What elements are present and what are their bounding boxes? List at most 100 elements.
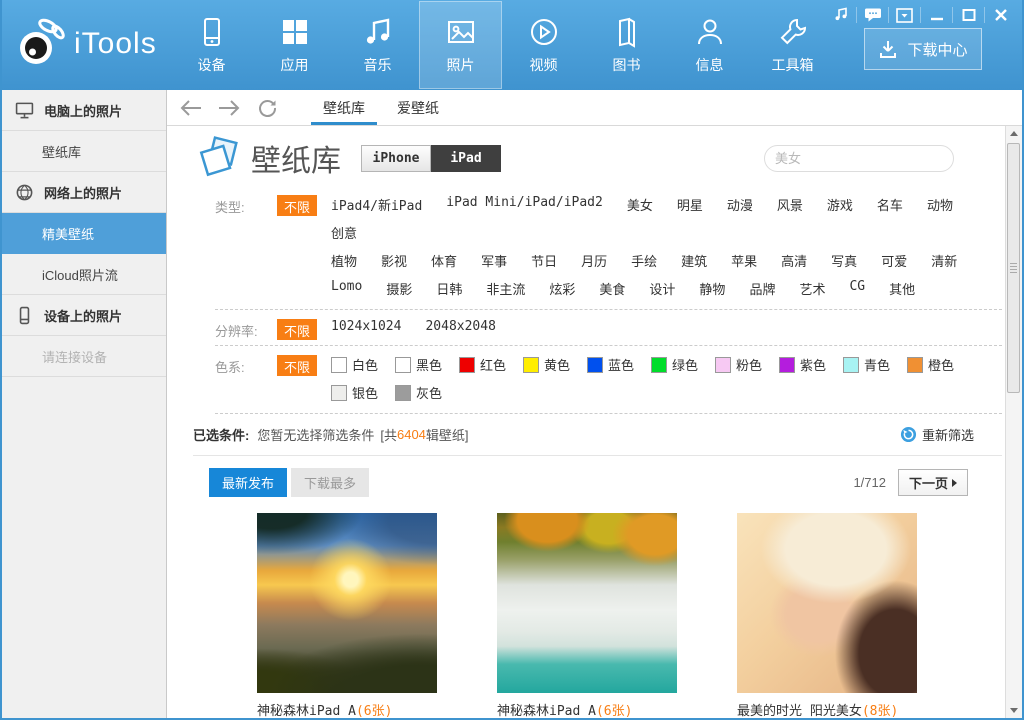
filter-color-any-chip[interactable]: 不限	[277, 355, 317, 376]
scrollbar-thumb[interactable]	[1007, 143, 1020, 393]
type-filter-link[interactable]: 设计	[649, 279, 675, 298]
type-filter-link[interactable]: 植物	[331, 251, 357, 270]
color-filter-option[interactable]: 紫色	[779, 355, 843, 374]
type-filter-link[interactable]: Lomo	[331, 279, 362, 298]
color-filter-option[interactable]: 蓝色	[587, 355, 651, 374]
sidebar-item-icloud-photostream[interactable]: iCloud照片流	[2, 254, 166, 295]
type-filter-link[interactable]: 游戏	[827, 195, 853, 214]
type-filter-link[interactable]: 名车	[877, 195, 903, 214]
sidebar-item-fine-wallpapers[interactable]: 精美壁纸	[2, 213, 166, 254]
type-filter-link[interactable]: 体育	[431, 251, 457, 270]
resolution-filter-link[interactable]: 2048x2048	[425, 319, 495, 334]
type-filter-link[interactable]: 创意	[331, 223, 357, 242]
type-filter-link[interactable]: 艺术	[799, 279, 825, 298]
vertical-scrollbar	[1005, 126, 1022, 718]
skin-menu-icon[interactable]	[889, 4, 920, 26]
color-filter-option[interactable]: 银色	[331, 383, 395, 402]
sidebar-item-wallpaper-library[interactable]: 壁纸库	[2, 131, 166, 172]
filter-type-any-chip[interactable]: 不限	[277, 195, 317, 216]
type-filter-link[interactable]: 苹果	[731, 251, 757, 270]
nav-item-books[interactable]: 图书	[585, 1, 668, 89]
type-filter-link[interactable]: iPad4/新iPad	[331, 195, 422, 214]
feedback-message-icon[interactable]	[857, 4, 888, 26]
nav-item-apps[interactable]: 应用	[253, 1, 336, 89]
tab-love-wallpaper[interactable]: 爱壁纸	[381, 90, 455, 125]
search-input[interactable]	[775, 151, 951, 166]
sort-most-downloaded-button[interactable]: 下载最多	[291, 468, 369, 497]
type-filter-link[interactable]: 高清	[781, 251, 807, 270]
type-filter-link[interactable]: 动漫	[727, 195, 753, 214]
type-filter-link[interactable]: 可爱	[881, 251, 907, 270]
nav-item-video[interactable]: 视频	[502, 1, 585, 89]
toggle-ipad-button[interactable]: iPad	[431, 145, 501, 172]
nav-item-toolbox[interactable]: 工具箱	[751, 1, 834, 89]
type-filter-link[interactable]: 风景	[777, 195, 803, 214]
type-filter-link[interactable]: 静物	[699, 279, 725, 298]
maximize-button[interactable]	[953, 4, 984, 26]
type-filter-link[interactable]: CG	[849, 279, 865, 298]
toggle-iphone-button[interactable]: iPhone	[361, 145, 431, 172]
refilter-button[interactable]: 重新筛选	[900, 425, 974, 444]
resolution-filter-link[interactable]: 1024x1024	[331, 319, 401, 334]
video-play-icon	[528, 16, 560, 48]
wallpaper-thumbnail[interactable]	[497, 513, 677, 693]
content-area: 壁纸库 iPhone iPad	[167, 126, 1022, 718]
type-filter-link[interactable]: 品牌	[749, 279, 775, 298]
forward-button[interactable]	[215, 94, 243, 122]
color-filter-option[interactable]: 灰色	[395, 383, 459, 402]
color-filter-option[interactable]: 黑色	[395, 355, 459, 374]
nav-item-music[interactable]: 音乐	[336, 1, 419, 89]
color-filter-option[interactable]: 黄色	[523, 355, 587, 374]
nav-label: 信息	[696, 55, 724, 75]
wallpaper-thumbnail[interactable]	[257, 513, 437, 693]
type-filter-link[interactable]: 清新	[931, 251, 957, 270]
type-filter-link[interactable]: 明星	[677, 195, 703, 214]
type-filter-link[interactable]: 其他	[889, 279, 915, 298]
color-filter-option[interactable]: 绿色	[651, 355, 715, 374]
nav-item-photos[interactable]: 照片	[419, 1, 502, 89]
close-button[interactable]	[985, 4, 1016, 26]
color-name: 橙色	[928, 355, 954, 374]
back-button[interactable]	[177, 94, 205, 122]
type-filter-link[interactable]: 军事	[481, 251, 507, 270]
next-page-button[interactable]: 下一页	[898, 469, 968, 496]
mini-music-icon[interactable]	[825, 4, 856, 26]
type-filter-link[interactable]: 影视	[381, 251, 407, 270]
wallpaper-thumbnail[interactable]	[737, 513, 917, 693]
refresh-button[interactable]	[253, 94, 281, 122]
type-filter-link[interactable]: 日韩	[436, 279, 462, 298]
type-filter-link[interactable]: 建筑	[681, 251, 707, 270]
type-filter-link[interactable]: 节日	[531, 251, 557, 270]
type-filter-link[interactable]: iPad Mini/iPad/iPad2	[446, 195, 603, 214]
sort-newest-button[interactable]: 最新发布	[209, 468, 287, 497]
color-filter-option[interactable]: 橙色	[907, 355, 971, 374]
scrollbar-down-arrow[interactable]	[1006, 703, 1022, 718]
type-filter-link[interactable]: 非主流	[486, 279, 525, 298]
type-filter-link[interactable]: 摄影	[386, 279, 412, 298]
tab-wallpaper-library[interactable]: 壁纸库	[307, 90, 381, 125]
type-filter-link[interactable]: 写真	[831, 251, 857, 270]
color-filter-option[interactable]: 粉色	[715, 355, 779, 374]
type-filter-link[interactable]: 动物	[927, 195, 953, 214]
filter-resolution-any-chip[interactable]: 不限	[277, 319, 317, 340]
scrollbar-up-arrow[interactable]	[1006, 126, 1022, 141]
type-filter-link[interactable]: 月历	[581, 251, 607, 270]
type-filter-link[interactable]: 美女	[627, 195, 653, 214]
type-filter-link[interactable]: 美食	[599, 279, 625, 298]
color-filter-option[interactable]: 青色	[843, 355, 907, 374]
color-filter-option[interactable]: 白色	[331, 355, 395, 374]
nav-item-info[interactable]: 信息	[668, 1, 751, 89]
color-swatch	[523, 357, 539, 373]
type-filter-link[interactable]: 手绘	[631, 251, 657, 270]
wallpaper-title[interactable]: 神秘森林iPad A(6张)	[497, 700, 677, 718]
minimize-button[interactable]	[921, 4, 952, 26]
nav-item-device[interactable]: 设备	[170, 1, 253, 89]
download-center-button[interactable]: 下载中心	[864, 28, 982, 70]
type-filter-link[interactable]: 炫彩	[549, 279, 575, 298]
color-swatch	[651, 357, 667, 373]
next-arrow-icon	[952, 479, 957, 487]
color-filter-row-2: 银色 灰色	[331, 383, 1002, 411]
wallpaper-title[interactable]: 神秘森林iPad A(6张)	[257, 700, 437, 718]
color-filter-option[interactable]: 红色	[459, 355, 523, 374]
wallpaper-title[interactable]: 最美的时光 阳光美女(8张)	[737, 700, 917, 718]
